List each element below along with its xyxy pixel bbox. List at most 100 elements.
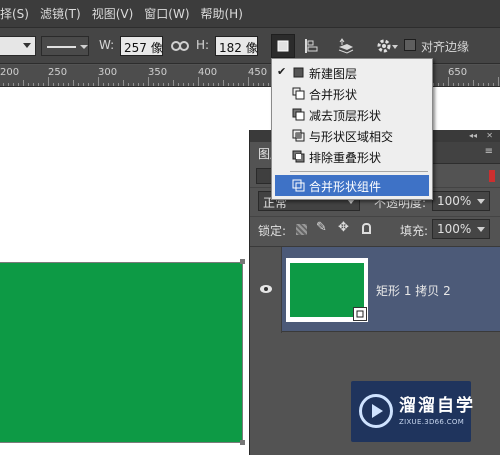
path-alignment-icon[interactable] [300, 34, 324, 58]
merge-shape-components-icon [292, 179, 305, 192]
stroke-type-dropdown[interactable] [41, 36, 89, 56]
vector-mask-icon [353, 307, 367, 321]
layer-thumbnail [286, 258, 368, 322]
ruler-tick [53, 83, 54, 86]
ruler-tick [138, 83, 139, 86]
ruler-tick [163, 83, 164, 86]
ruler-tick [498, 77, 499, 86]
anchor-point[interactable] [240, 259, 245, 264]
ruler-tick [213, 83, 214, 86]
ruler-tick [83, 83, 84, 86]
lock-brush-icon[interactable]: ✎ [316, 220, 327, 235]
menu-item-label: 排除重叠形状 [309, 151, 382, 165]
lock-move-icon[interactable]: ✥ [338, 220, 349, 235]
eye-icon[interactable] [258, 281, 274, 297]
stroke-width-dropdown[interactable] [0, 36, 36, 56]
ruler-tick [453, 83, 454, 86]
ruler-tick [28, 83, 29, 86]
ruler-tick [38, 83, 39, 86]
ruler-label: 400 [198, 67, 218, 78]
lock-label: 锁定: [258, 224, 287, 238]
menu-filter[interactable]: 滤镜(T) [36, 5, 88, 22]
opacity-value: 100% [437, 194, 472, 208]
ruler-tick [58, 83, 59, 86]
green-rectangle-shape[interactable] [0, 262, 243, 443]
menu-item-label: 新建图层 [309, 67, 358, 81]
chevron-down-icon [392, 45, 398, 49]
opacity-field[interactable]: 100% [432, 191, 490, 211]
menu-help[interactable]: 帮助(H) [197, 5, 250, 22]
ruler-tick [183, 83, 184, 86]
ruler-tick [268, 83, 269, 86]
ruler-tick [158, 83, 159, 86]
menu-select[interactable]: 择(S) [0, 5, 36, 22]
ruler-tick [228, 83, 229, 86]
menu-item-merge-shape-components[interactable]: 合并形状组件 [275, 175, 429, 196]
menu-item-intersect-shape-areas[interactable]: 与形状区域相交 [272, 125, 432, 146]
lock-row: 锁定: ✎ ✥ 填充: 100% [250, 216, 500, 242]
ruler-tick [243, 83, 244, 86]
fill-label: 填充: [400, 224, 429, 238]
ruler-tick [448, 77, 449, 86]
intersect-shape-areas-icon [292, 129, 305, 142]
ruler-tick [63, 83, 64, 86]
exclude-overlapping-shapes-icon [292, 150, 305, 163]
new-layer-icon [293, 67, 304, 78]
ruler-tick [73, 80, 74, 86]
panel-menu-icon[interactable]: ≡ [485, 146, 493, 157]
ruler-tick [113, 83, 114, 86]
ruler-tick [98, 77, 99, 86]
close-icon[interactable]: ✕ [486, 131, 493, 140]
menu-item-subtract-front-shape[interactable]: 减去顶层形状 [272, 104, 432, 125]
menu-item-label: 合并形状 [309, 88, 358, 102]
play-logo-icon [359, 394, 393, 428]
ruler-tick [18, 83, 19, 86]
lock-all-icon[interactable] [362, 223, 371, 234]
ruler-tick [248, 77, 249, 86]
menu-item-combine-shapes[interactable]: 合并形状 [272, 83, 432, 104]
ruler-tick [103, 83, 104, 86]
ruler-tick [23, 80, 24, 86]
ruler-tick [203, 83, 204, 86]
watermark-title: 溜溜自学 [399, 396, 475, 416]
layer-row[interactable]: 矩形 1 拷贝 2 [250, 246, 500, 333]
menu-item-new-layer[interactable]: ✔ 新建图层 [272, 62, 432, 83]
height-field[interactable]: 182 像素 [215, 36, 258, 56]
ruler-tick [128, 83, 129, 86]
ruler-tick [193, 83, 194, 86]
width-label: W: [99, 38, 115, 52]
fill-field[interactable]: 100% [432, 219, 490, 239]
ruler-label: 250 [48, 67, 68, 78]
ruler-tick [488, 83, 489, 86]
ruler-tick [3, 83, 4, 86]
anchor-point[interactable] [240, 440, 245, 445]
align-edges-checkbox[interactable] [404, 39, 416, 51]
combine-shapes-icon [292, 87, 305, 100]
ruler-tick [473, 80, 474, 86]
ruler-tick [198, 77, 199, 86]
watermark-logo: 溜溜自学 ZIXUE.3D66.COM [351, 381, 473, 442]
menu-view[interactable]: 视图(V) [88, 5, 141, 22]
ruler-tick [443, 83, 444, 86]
lock-transparency-icon[interactable] [296, 224, 307, 235]
menu-window[interactable]: 窗口(W) [140, 5, 196, 22]
path-arrangement-icon[interactable] [333, 34, 357, 58]
chevron-down-icon [477, 199, 485, 204]
width-field[interactable]: 257 像素 [120, 36, 163, 56]
ruler-label: 300 [98, 67, 118, 78]
ruler-tick [78, 83, 79, 86]
combine-shapes-icon[interactable] [271, 34, 295, 58]
ruler-tick [168, 83, 169, 86]
ruler-tick [33, 83, 34, 86]
layer-name[interactable]: 矩形 1 拷贝 2 [376, 282, 451, 299]
ruler-tick [233, 83, 234, 86]
ruler-tick [468, 83, 469, 86]
menu-item-exclude-overlapping-shapes[interactable]: 排除重叠形状 [272, 146, 432, 167]
collapse-panel-icon[interactable]: ◂◂ [469, 131, 477, 140]
link-icon[interactable] [168, 34, 192, 58]
ruler-label: 200 [0, 67, 20, 78]
ruler-tick [48, 77, 49, 86]
ruler-tick [93, 83, 94, 86]
fill-value: 100% [437, 222, 472, 236]
filter-toggle-icon[interactable] [489, 170, 495, 182]
